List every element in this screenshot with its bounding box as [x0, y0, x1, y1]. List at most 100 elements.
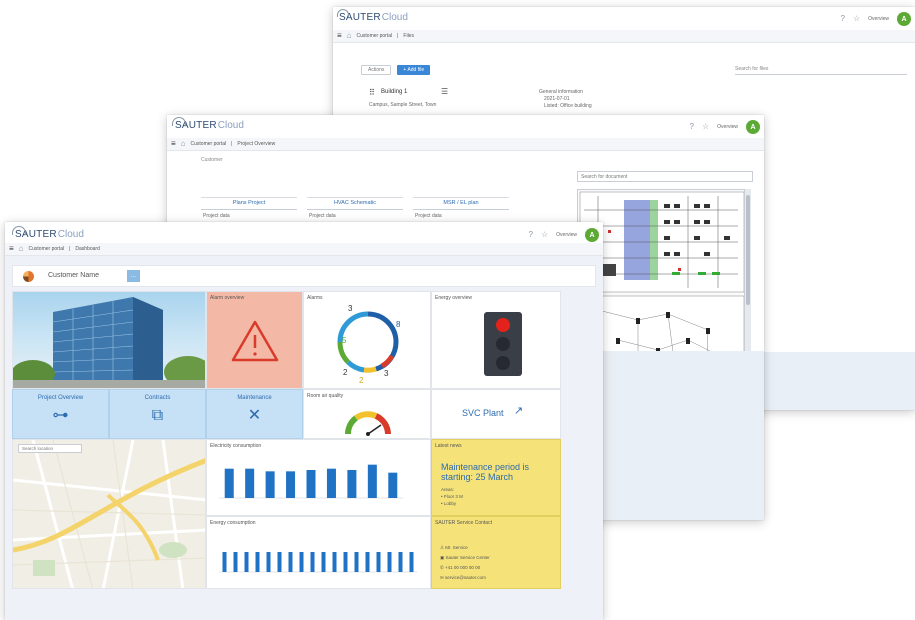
electricity-chart-tile[interactable]: Electricity consumption	[206, 439, 431, 516]
customer-menu-button[interactable]: ...	[127, 270, 140, 282]
energy-overview-tile[interactable]: Energy overview	[431, 291, 561, 389]
chart-bar[interactable]	[266, 552, 271, 572]
alarms-ring-tile[interactable]: Alarms 3 8 5 2 2 3	[303, 291, 431, 389]
alarm-overview-tile[interactable]: Alarm overview	[206, 291, 303, 389]
menu-icon[interactable]: ≡	[171, 140, 176, 148]
middle-footer	[599, 351, 764, 520]
alarm-ring-chart	[337, 311, 399, 373]
chart-bar[interactable]	[245, 468, 255, 498]
service-contact-tile[interactable]: SAUTER Service Contact ♙ Mr. Service ▣ S…	[431, 516, 561, 589]
middle-breadcrumb: ≡ ⌂ Customer portal | Project Overview	[167, 138, 764, 151]
air-quality-tile[interactable]: Room air quality	[303, 389, 431, 439]
back-header-actions: ? ☆ Overview A	[841, 12, 911, 26]
header-overview-link[interactable]: Overview	[717, 124, 738, 130]
contact-email[interactable]: ✉ service@sauter.com	[440, 573, 490, 583]
avatar[interactable]: A	[897, 12, 911, 26]
latest-news-tile[interactable]: Latest news Maintenance period is starti…	[431, 439, 561, 516]
energy-chart-tile[interactable]: Energy consumption	[206, 516, 431, 589]
home-icon[interactable]: ⌂	[347, 32, 352, 40]
back-header: SAUTER Cloud ? ☆ Overview A	[333, 7, 915, 30]
help-icon[interactable]: ?	[841, 15, 845, 23]
home-icon[interactable]: ⌂	[181, 140, 186, 148]
building-row[interactable]: ⠿ Building 1 ☰ Campus, Sample Street, To…	[369, 87, 669, 113]
chart-bar[interactable]	[299, 552, 304, 572]
breadcrumb-item[interactable]: Dashboard	[75, 246, 99, 252]
contact-company: ▣ Sauter Service Center	[440, 554, 490, 560]
breadcrumb-item[interactable]: Customer portal	[29, 246, 65, 252]
chart-bar[interactable]	[365, 552, 370, 572]
chart-bar[interactable]	[354, 552, 359, 572]
chart-bar[interactable]	[343, 552, 348, 572]
chart-bar[interactable]	[332, 552, 337, 572]
map-drawing	[13, 440, 205, 588]
svc-plant-tile[interactable]: SVC Plant ↗	[431, 389, 561, 439]
chart-bar[interactable]	[265, 471, 275, 498]
chart-bar[interactable]	[306, 470, 316, 498]
menu-icon[interactable]: ≡	[9, 245, 14, 253]
chart-bar[interactable]	[277, 552, 282, 572]
scroll-thumb[interactable]	[746, 195, 750, 305]
building-info: 2021-07-01	[544, 96, 570, 102]
chart-bar[interactable]	[387, 552, 392, 572]
building-info: Listed: Office building	[544, 103, 592, 109]
chart-bar[interactable]	[222, 552, 227, 572]
chart-bar[interactable]	[398, 552, 403, 572]
building-address: Campus, Sample Street, Town	[369, 102, 437, 108]
ring-value: 3	[348, 304, 353, 313]
contracts-tile[interactable]: Contracts ⧉	[109, 389, 206, 439]
star-icon[interactable]: ☆	[541, 231, 548, 239]
chart-bar[interactable]	[347, 470, 357, 498]
project-overview-tile[interactable]: Project Overview ⊶	[12, 389, 109, 439]
back-logo: SAUTER Cloud	[337, 9, 408, 23]
add-file-button[interactable]: + Add file	[397, 65, 431, 75]
breadcrumb-item[interactable]: Files	[403, 33, 414, 39]
chart-bar[interactable]	[286, 471, 296, 498]
star-icon[interactable]: ☆	[853, 15, 860, 23]
front-header: SAUTER Cloud ? ☆ Overview A	[5, 222, 603, 245]
front-window: SAUTER Cloud ? ☆ Overview A ≡ ⌂ Customer…	[5, 222, 603, 620]
chart-bar[interactable]	[321, 552, 326, 572]
breadcrumb-item[interactable]: Project Overview	[237, 141, 275, 147]
traffic-light-icon	[484, 312, 522, 376]
middle-subheading: Customer	[201, 157, 223, 163]
map-search-input[interactable]: Search location	[18, 444, 82, 453]
maintenance-tile[interactable]: Maintenance ✕	[206, 389, 303, 439]
star-icon[interactable]: ☆	[702, 123, 709, 131]
chart-bar[interactable]	[310, 552, 315, 572]
location-map[interactable]: Search location	[12, 439, 206, 589]
help-icon[interactable]: ?	[690, 123, 694, 131]
file-search-input[interactable]: Search for files	[735, 66, 907, 75]
home-icon[interactable]: ⌂	[19, 245, 24, 253]
breadcrumb-item[interactable]: Customer portal	[357, 33, 393, 39]
chart-bar[interactable]	[224, 468, 234, 498]
warning-icon	[231, 320, 279, 362]
tab-msr[interactable]: MSR / EL plan Project data	[413, 197, 509, 223]
chart-bar[interactable]	[409, 552, 414, 572]
actions-button[interactable]: Actions	[361, 65, 392, 75]
avatar[interactable]: A	[746, 120, 760, 134]
chart-bar[interactable]	[244, 552, 249, 572]
chart-bar[interactable]	[388, 472, 398, 498]
tab-plans[interactable]: Plans Project Project data	[201, 197, 297, 223]
document-search-input[interactable]: Search for document	[577, 171, 753, 182]
avatar[interactable]: A	[585, 228, 599, 242]
building-name: Building 1	[381, 89, 408, 95]
ring-value: 3	[384, 369, 389, 378]
chart-bar[interactable]	[367, 464, 377, 498]
chart-bar[interactable]	[376, 552, 381, 572]
tools-icon: ✕	[247, 407, 262, 424]
contact-phone[interactable]: ✆ +41 00 000 00 00	[440, 563, 490, 573]
header-overview-link[interactable]: Overview	[556, 232, 577, 238]
header-overview-link[interactable]: Overview	[868, 16, 889, 22]
chart-bar[interactable]	[255, 552, 260, 572]
document-icon: ☰	[441, 87, 449, 96]
menu-icon[interactable]: ≡	[337, 32, 342, 40]
document-tabs: Plans Project Project data HVAC Schemati…	[201, 197, 509, 223]
building-photo	[12, 291, 206, 389]
chart-bar[interactable]	[233, 552, 238, 572]
chart-bar[interactable]	[288, 552, 293, 572]
chart-bar[interactable]	[326, 468, 336, 498]
breadcrumb-item[interactable]: Customer portal	[191, 141, 227, 147]
help-icon[interactable]: ?	[529, 231, 533, 239]
tab-hvac[interactable]: HVAC Schematic Project data	[307, 197, 403, 223]
